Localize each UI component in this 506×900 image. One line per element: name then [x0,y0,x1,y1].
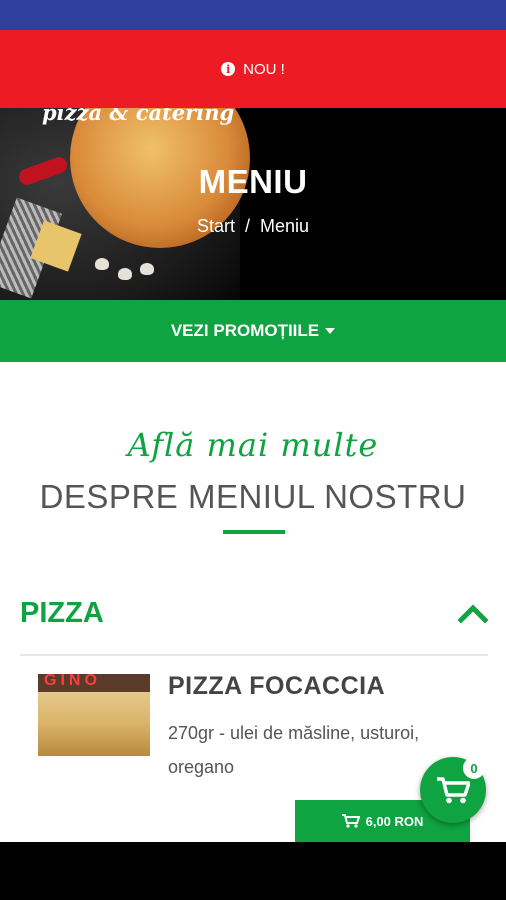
shopping-cart-icon [437,777,470,804]
category-header-pizza[interactable]: PIZZA [20,583,488,643]
category-divider [20,654,488,656]
status-bar [0,0,506,30]
hero-banner: pizza & catering MENIU Start / Meniu [0,108,506,300]
item-price: 6,00 RON [365,813,424,829]
promotions-button[interactable]: VEZI PROMOȚIILE [0,300,506,362]
item-image[interactable]: GINO [38,674,150,756]
system-navigation-bar [0,842,506,900]
notice-text: NOU ! [243,60,285,78]
section-heading: DESPRE MENIUL NOSTRU [39,478,467,515]
category-name: PIZZA [20,596,104,629]
chevron-up-icon[interactable] [458,603,488,623]
heading-underline [223,530,285,534]
intro-script: Află mai multe [127,426,379,464]
mushroom-image [118,268,132,280]
item-name[interactable]: PIZZA FOCACCIA [168,672,385,701]
breadcrumb-separator: / [244,216,250,236]
mushroom-image [140,263,154,275]
image-sign-text: GINO [44,674,101,689]
new-notice-bar[interactable]: i NOU ! [0,30,506,108]
page-title: MENIU [198,163,308,200]
mushroom-image [95,258,109,270]
breadcrumb-current: Meniu [260,216,310,236]
cart-icon [341,814,360,828]
brand-logo: pizza & catering [42,108,235,125]
caret-down-icon [325,328,336,334]
cart-count-badge: 0 [463,757,485,779]
breadcrumb: Start / Meniu [0,216,506,237]
breadcrumb-home[interactable]: Start [197,216,235,237]
promotions-label: VEZI PROMOȚIILE [170,321,320,340]
info-icon: i [221,62,236,76]
